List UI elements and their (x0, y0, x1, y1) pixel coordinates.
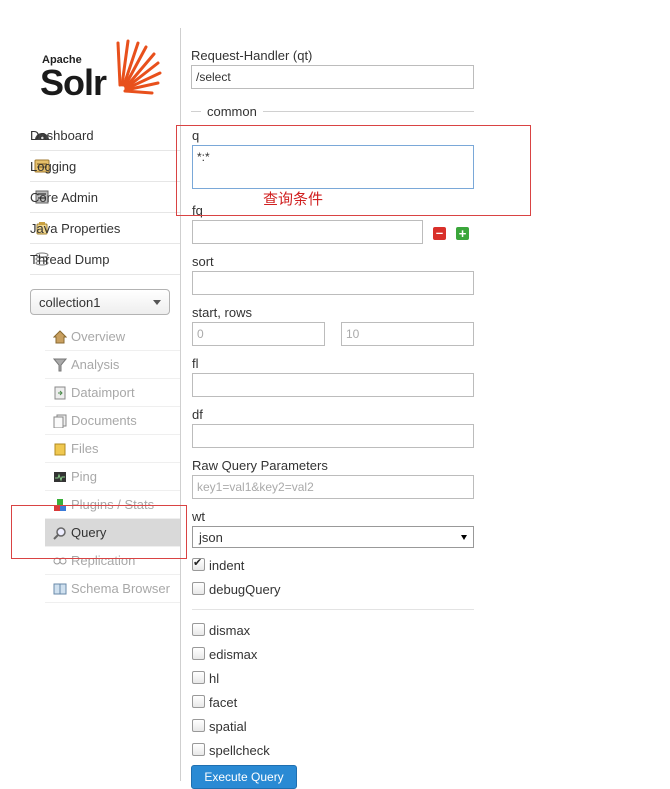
documents-icon (53, 414, 67, 428)
common-legend-line-right (263, 111, 474, 112)
solr-logo[interactable]: Apache Solr (40, 37, 165, 107)
subnav-label: Overview (71, 329, 126, 344)
collection-selected-value: collection1 (39, 294, 101, 310)
caret-down-icon (461, 535, 467, 540)
nav-label: Dashboard (30, 127, 94, 143)
nav-thread-dump[interactable]: Thread Dump (30, 244, 180, 275)
remove-fq-button[interactable]: – (433, 226, 446, 240)
debug-query-label: debugQuery (209, 582, 281, 597)
spellcheck-label: spellcheck (209, 743, 270, 758)
fl-input[interactable] (192, 373, 474, 397)
spatial-label: spatial (209, 719, 247, 734)
fq-input[interactable] (192, 220, 423, 244)
funnel-icon (53, 358, 67, 371)
raw-params-input[interactable]: key1=val1&key2=val2 (192, 475, 474, 499)
annotation-box-query-nav (11, 505, 187, 559)
nav-label: Logging (30, 158, 77, 174)
sort-input[interactable] (192, 271, 474, 295)
subnav-dataimport[interactable]: Dataimport (45, 379, 181, 407)
facet-checkbox[interactable] (192, 695, 205, 708)
options-separator (192, 609, 474, 610)
wt-selected-value: json (199, 529, 223, 545)
execute-query-button[interactable]: Execute Query (191, 765, 297, 789)
rows-input[interactable]: 10 (341, 322, 474, 346)
solr-sun-icon (116, 39, 162, 95)
schema-book-icon (53, 583, 67, 594)
nav-core-admin[interactable]: Core Admin (30, 182, 180, 213)
ping-icon (54, 471, 66, 482)
nav-logging[interactable]: Logging (30, 151, 180, 182)
subnav-label: Analysis (71, 357, 120, 372)
nav-java-properties[interactable]: Java Properties (30, 213, 180, 244)
subnav-label: Documents (71, 413, 137, 428)
core-subnav: Overview Analysis Dataimport Documents F… (45, 323, 181, 603)
nav-label: Core Admin (30, 189, 98, 205)
annotation-box-q (176, 125, 531, 216)
dismax-label: dismax (209, 623, 251, 638)
start-input[interactable]: 0 (192, 322, 325, 346)
indent-checkbox[interactable] (192, 556, 205, 571)
qt-input[interactable]: /select (191, 65, 474, 89)
common-legend: common (207, 104, 257, 119)
nav-label: Java Properties (30, 220, 121, 236)
edismax-checkbox[interactable] (192, 647, 205, 660)
spellcheck-checkbox[interactable] (192, 743, 205, 756)
df-input[interactable] (192, 424, 474, 448)
nav-label: Thread Dump (30, 251, 110, 267)
sidebar: Apache Solr Dashboard Logging Core Admin… (0, 0, 181, 781)
raw-params-label: Raw Query Parameters (192, 458, 328, 473)
subnav-schema-browser[interactable]: Schema Browser (45, 575, 181, 603)
dismax-checkbox[interactable] (192, 623, 205, 636)
facet-label: facet (209, 695, 238, 710)
subnav-label: Files (71, 441, 99, 456)
indent-label: indent (209, 558, 245, 573)
home-icon (53, 329, 67, 343)
subnav-ping[interactable]: Ping (45, 463, 181, 491)
spatial-checkbox[interactable] (192, 719, 205, 732)
subnav-label: Ping (71, 469, 98, 484)
logo-solr-text: Solr (40, 62, 107, 103)
wt-label: wt (192, 509, 205, 524)
collection-selector[interactable]: collection1 (30, 289, 170, 315)
common-legend-line-left (191, 111, 201, 112)
chevron-down-icon (153, 299, 161, 305)
qt-label: Request-Handler (qt) (191, 48, 313, 63)
sort-label: sort (192, 254, 214, 269)
fl-label: fl (192, 356, 199, 371)
add-fq-button[interactable]: + (456, 227, 469, 240)
edismax-label: edismax (209, 647, 258, 662)
subnav-documents[interactable]: Documents (45, 407, 181, 435)
debug-query-checkbox[interactable] (192, 582, 205, 595)
main-nav: Dashboard Logging Core Admin Java Proper… (30, 120, 180, 275)
subnav-files[interactable]: Files (45, 435, 181, 463)
subnav-label: Schema Browser (71, 581, 170, 596)
wt-select[interactable]: json (192, 526, 474, 548)
hl-label: hl (209, 671, 220, 686)
nav-dashboard[interactable]: Dashboard (30, 120, 180, 151)
subnav-label: Dataimport (71, 385, 135, 400)
df-label: df (192, 407, 203, 422)
dataimport-icon (54, 386, 66, 399)
start-rows-label: start, rows (192, 305, 252, 320)
hl-checkbox[interactable] (192, 671, 205, 684)
subnav-overview[interactable]: Overview (45, 323, 181, 351)
folder-icon (54, 443, 66, 455)
annotation-text: 查询条件 (263, 191, 324, 208)
subnav-analysis[interactable]: Analysis (45, 351, 181, 379)
